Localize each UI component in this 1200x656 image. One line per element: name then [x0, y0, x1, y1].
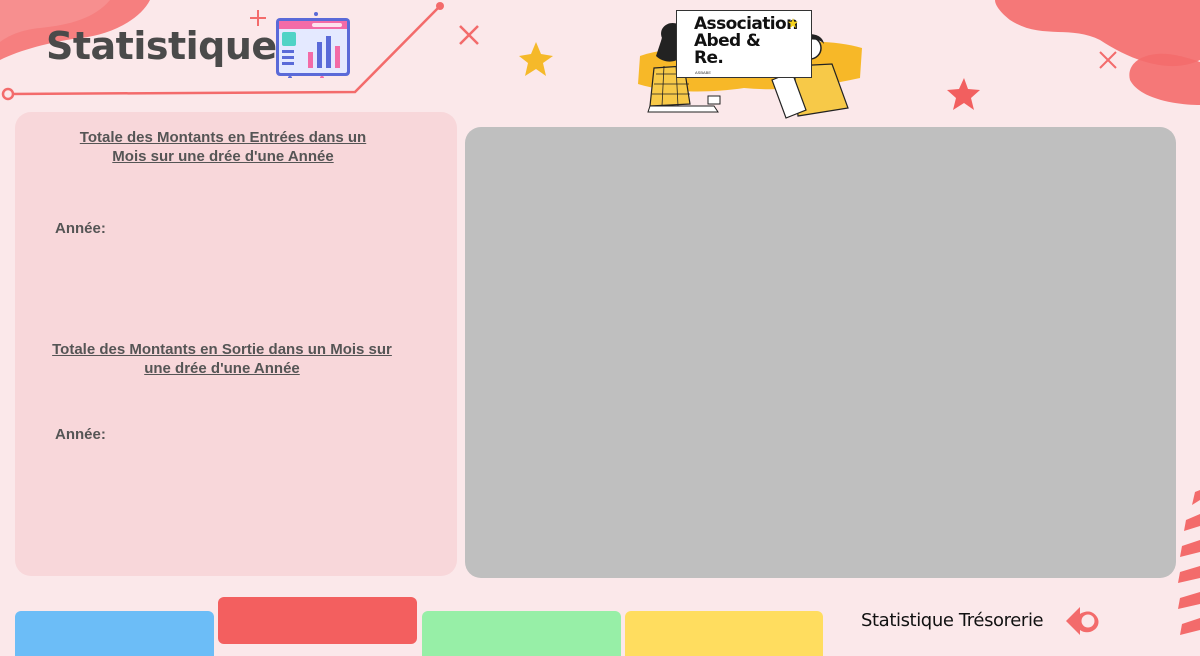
nav-tab-blue[interactable] [15, 611, 214, 656]
entries-heading: Totale des Montants en Entrées dans un M… [79, 129, 367, 165]
footer-label: Statistique Trésorerie [861, 610, 1044, 631]
nav-tab-green[interactable] [422, 611, 621, 656]
logo-star-icon [788, 15, 798, 28]
dashboard-chart-icon [276, 12, 354, 80]
logo-subtext: ASBABE [695, 70, 712, 75]
nav-tab-red[interactable] [218, 597, 417, 644]
chart-display-area [465, 127, 1176, 578]
exits-heading: Totale des Montants en Sortie dans un Mo… [52, 341, 392, 377]
page-title: Statistique [46, 24, 277, 68]
nav-tab-yellow[interactable] [625, 611, 823, 656]
entries-year-label: Année: [55, 220, 106, 237]
exits-year-label: Année: [55, 426, 106, 443]
back-arrow-icon[interactable] [1064, 602, 1102, 640]
statistics-filter-panel: Totale des Montants en Entrées dans un M… [15, 112, 457, 576]
